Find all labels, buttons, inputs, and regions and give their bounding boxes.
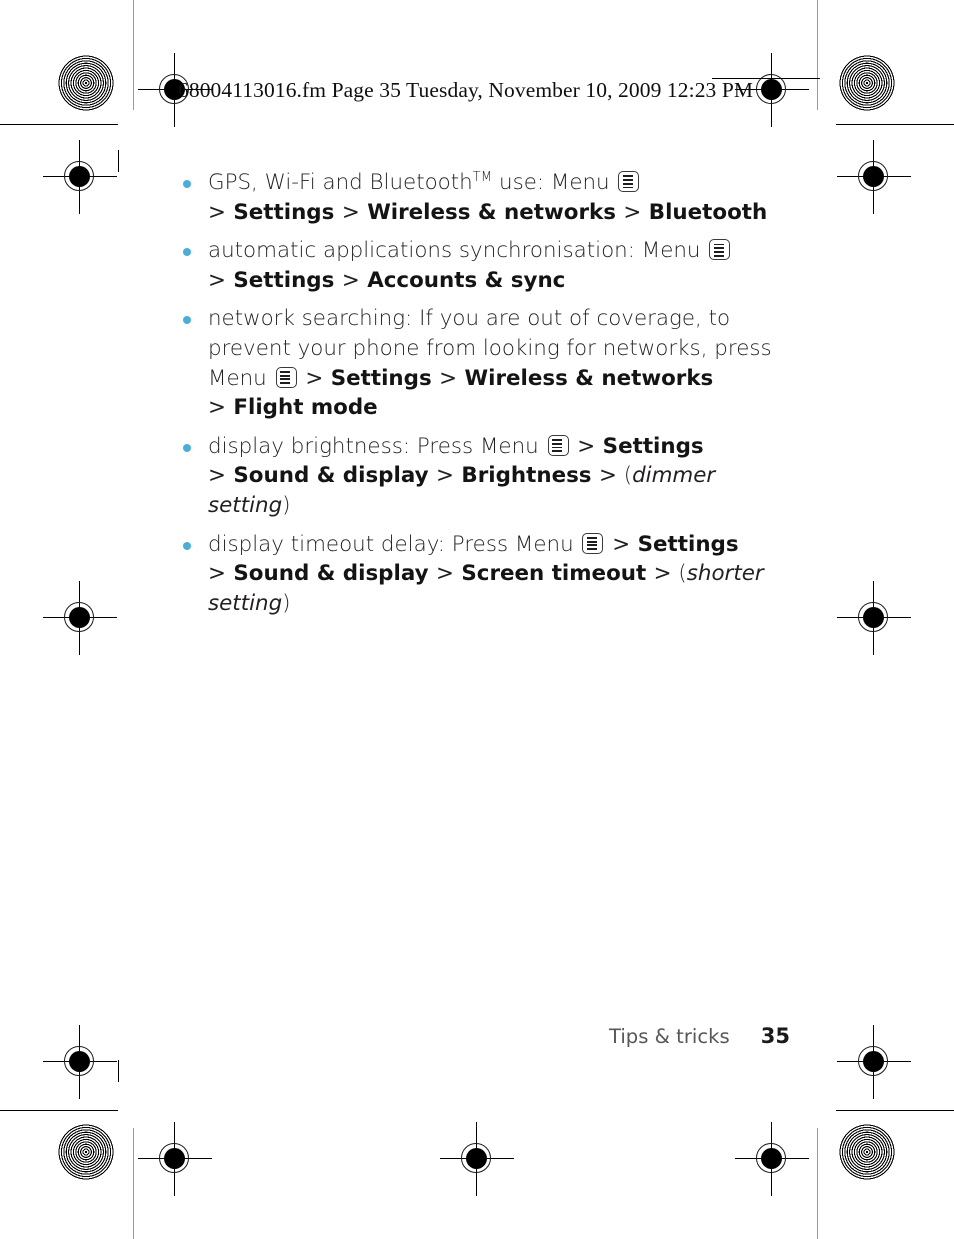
menu-path-label: Wireless & networks: [457, 365, 714, 391]
registration-sunburst-icon: [58, 1124, 114, 1180]
registration-sunburst-icon: [839, 1124, 895, 1180]
menu-path-label: Sound & display: [225, 463, 436, 489]
registration-crosshair-icon: [837, 1025, 911, 1099]
bullet-item-display-timeout-delay: display timeout delay: Press Menu > Sett…: [175, 530, 775, 619]
bullet-item-automatic-applications-synchronisation: automatic applications synchronisation: …: [175, 236, 775, 295]
registration-crosshair-icon: [440, 1122, 514, 1196]
menu-path-separator: >: [436, 561, 454, 587]
crop-rule-top-left: [0, 124, 118, 126]
crop-rule-top-right: [836, 124, 954, 126]
menu-path-separator: >: [341, 267, 360, 293]
menu-path-label: Sound & display: [225, 561, 436, 587]
bullet-text: GPS, Wi-Fi and Bluetooth: [208, 170, 473, 195]
registration-crosshair-icon: [43, 581, 117, 655]
footer-chapter-title: Tips & tricks: [608, 1025, 730, 1048]
crop-rule-bottom-left: [0, 1110, 118, 1112]
bullet-text: ): [282, 590, 291, 616]
trim-guide-right: [817, 0, 818, 110]
registration-crosshair-icon: [837, 581, 911, 655]
menu-path-label: Bluetooth: [641, 199, 768, 225]
bullet-text: automatic applications synchronisation: …: [208, 238, 708, 264]
bullet-item-network-searching: network searching: If you are out of cov…: [175, 304, 775, 422]
bullet-text: ): [282, 492, 291, 518]
manual-page: 68004113016.fm Page 35 Tuesday, November…: [0, 0, 954, 1239]
menu-path-label: Wireless & networks: [359, 199, 624, 225]
menu-path-separator: >: [653, 561, 672, 587]
menu-path-separator: >: [436, 463, 454, 489]
header-slug: 68004113016.fm Page 35 Tuesday, November…: [178, 78, 754, 102]
trademark-superscript: TM: [472, 169, 493, 185]
page-footer: Tips & tricks 35: [0, 1024, 790, 1048]
bullet-text: display timeout delay: Press Menu: [208, 531, 581, 557]
menu-path-separator: >: [208, 395, 226, 421]
trim-guide-left: [133, 0, 134, 110]
page-content: GPS, Wi-Fi and BluetoothTM use: Menu > S…: [175, 168, 775, 627]
menu-path-separator: >: [341, 199, 360, 225]
bullet-text: (: [616, 463, 633, 489]
menu-key-icon: [547, 434, 569, 456]
menu-path-label: Brightness: [453, 463, 599, 489]
bullet-text: use: Menu: [492, 170, 617, 195]
menu-path-separator: >: [208, 199, 226, 225]
crop-mark-left-bottom: [118, 1060, 120, 1082]
bullet-item-gps-wifi-bluetooth: GPS, Wi-Fi and BluetoothTM use: Menu > S…: [175, 168, 775, 227]
menu-path-separator: >: [570, 433, 596, 459]
registration-sunburst-icon: [839, 55, 895, 111]
menu-path-separator: >: [605, 531, 631, 557]
trim-guide-right-lower: [817, 1128, 818, 1239]
menu-path-label: Settings: [225, 267, 342, 293]
menu-path-label: Settings: [225, 199, 342, 225]
menu-path-separator: >: [623, 199, 642, 225]
menu-path-separator: >: [298, 365, 324, 391]
menu-key-icon: [582, 532, 604, 554]
menu-path-label: Flight mode: [225, 395, 378, 421]
menu-path-label: Screen timeout: [453, 561, 654, 587]
menu-path-separator: >: [208, 267, 226, 293]
menu-key-icon: [618, 171, 640, 192]
registration-sunburst-icon: [58, 55, 114, 111]
menu-key-icon: [275, 366, 297, 388]
menu-path-label: Settings: [595, 433, 704, 459]
footer-page-number: 35: [760, 1024, 790, 1048]
trim-guide-left-lower: [133, 1128, 134, 1239]
crop-rule-bottom-right: [836, 1110, 954, 1112]
bullet-list: GPS, Wi-Fi and BluetoothTM use: Menu > S…: [175, 168, 775, 618]
crop-mark-left-top: [118, 150, 120, 172]
menu-path-label: Settings: [630, 531, 739, 557]
menu-path-label: Accounts & sync: [359, 267, 566, 293]
menu-path-separator: >: [598, 463, 617, 489]
bullet-text: display brightness: Press Menu: [208, 433, 546, 459]
menu-path-separator: >: [208, 463, 226, 489]
registration-crosshair-icon: [735, 1122, 809, 1196]
registration-crosshair-icon: [837, 140, 911, 214]
registration-crosshair-icon: [43, 140, 117, 214]
bullet-text: (: [671, 561, 687, 587]
bullet-item-display-brightness: display brightness: Press Menu > Setting…: [175, 432, 775, 521]
registration-crosshair-icon: [138, 1122, 212, 1196]
menu-path-separator: >: [208, 561, 226, 587]
menu-path-separator: >: [439, 365, 458, 391]
menu-path-label: Settings: [323, 365, 440, 391]
menu-key-icon: [709, 239, 731, 261]
